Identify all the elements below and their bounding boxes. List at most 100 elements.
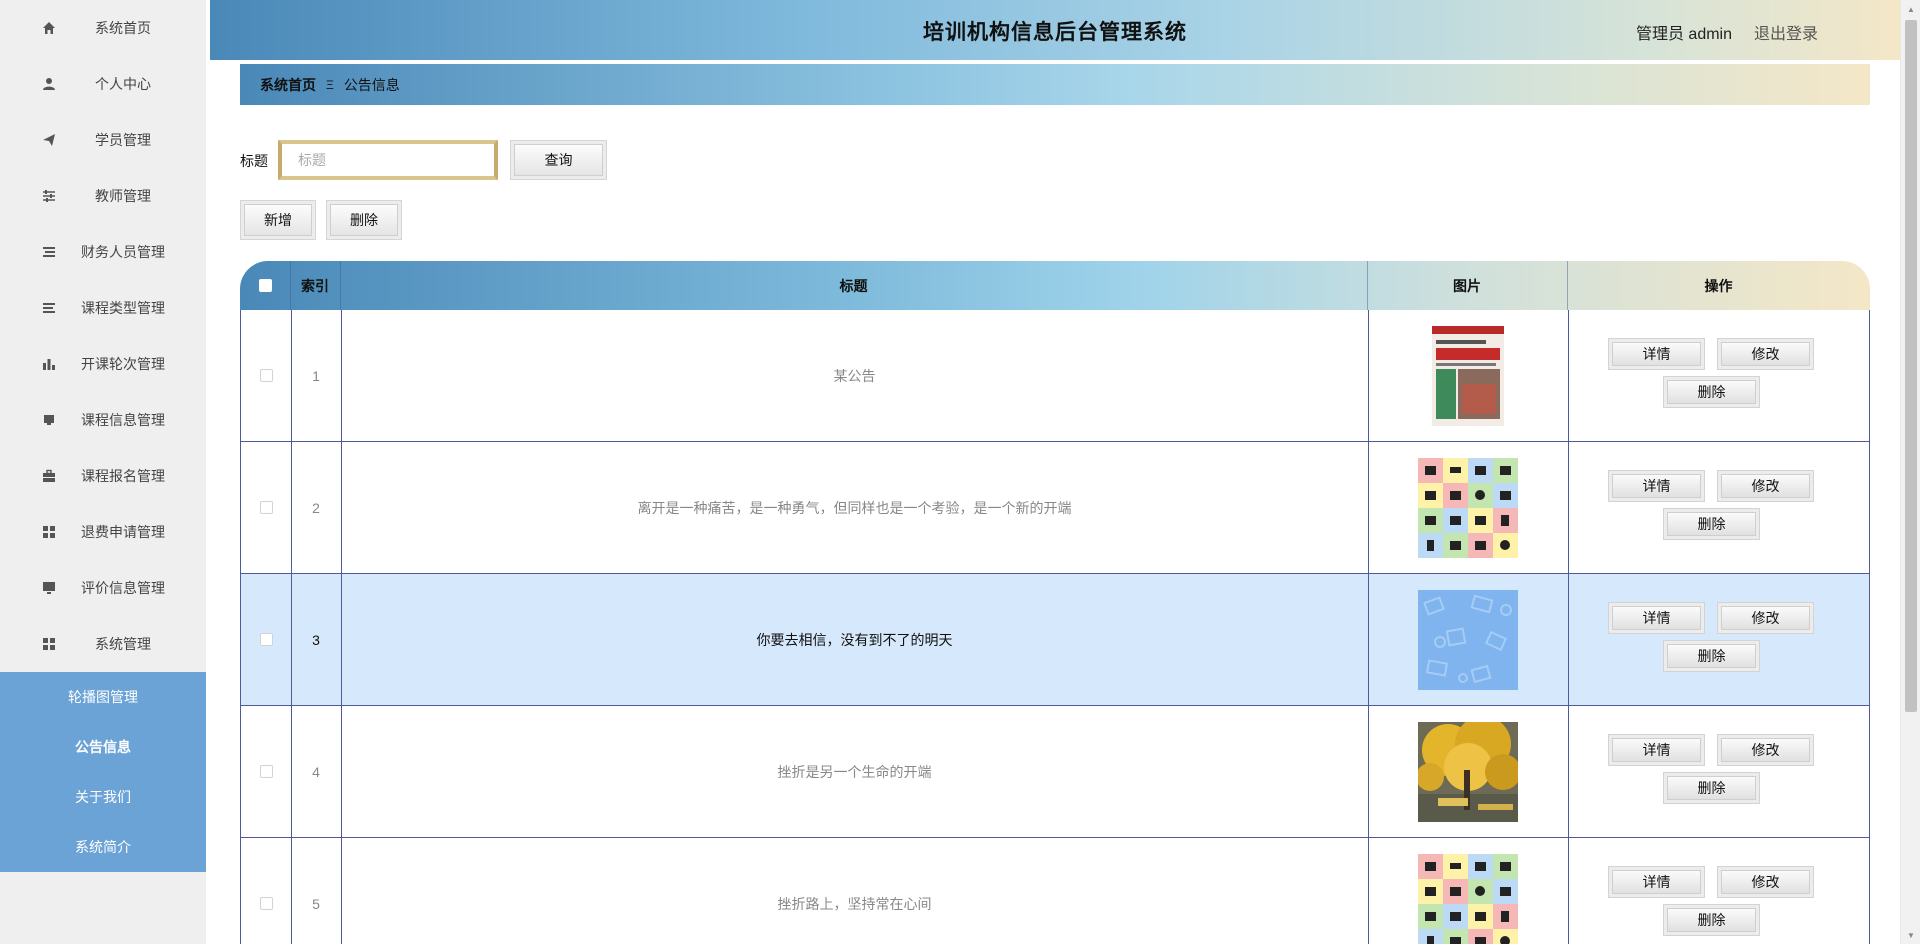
- select-all-checkbox[interactable]: [258, 279, 272, 292]
- row-title: 某公告: [833, 367, 876, 384]
- row-actions-cell: 详情 修改 删除: [1568, 574, 1871, 705]
- search-title-input[interactable]: [278, 140, 498, 180]
- header-index: 索引: [301, 277, 329, 294]
- table-header: 索引 标题 图片 操作: [240, 261, 1870, 310]
- scroll-up-arrow-icon[interactable]: ▲: [1905, 3, 1917, 15]
- header-title: 标题: [839, 277, 868, 294]
- delete-button[interactable]: 删除: [1663, 904, 1760, 936]
- blue-pattern-image: [1418, 589, 1518, 690]
- row-image-cell: [1368, 310, 1568, 441]
- batch-delete-button[interactable]: 删除: [326, 200, 402, 240]
- row-title: 你要去相信，没有到不了的明天: [756, 631, 953, 648]
- row-image-cell: [1368, 442, 1568, 573]
- sidebar-item-personal[interactable]: 个人中心: [0, 56, 206, 112]
- table-row: 3 你要去相信，没有到不了的明天 详情 修改 删除: [240, 574, 1870, 706]
- row-checkbox[interactable]: [259, 897, 273, 910]
- autumn-tree-image: [1418, 721, 1518, 822]
- sidebar-item-finance[interactable]: 财务人员管理: [0, 224, 206, 280]
- detail-button[interactable]: 详情: [1608, 470, 1705, 502]
- row-actions-cell: 详情 修改 删除: [1568, 442, 1871, 573]
- sidebar-item-system[interactable]: 系统管理: [0, 616, 206, 672]
- sidebar-item-label: 课程类型管理: [81, 300, 165, 316]
- detail-button[interactable]: 详情: [1608, 338, 1705, 370]
- scrollbar-thumb[interactable]: [1905, 20, 1917, 712]
- icon-grid-image: [1418, 853, 1518, 944]
- sidebar-item-rounds[interactable]: 开课轮次管理: [0, 336, 206, 392]
- row-checkbox[interactable]: [259, 633, 273, 646]
- detail-button[interactable]: 详情: [1608, 602, 1705, 634]
- row-index: 4: [312, 763, 320, 780]
- detail-button[interactable]: 详情: [1608, 734, 1705, 766]
- row-index: 2: [312, 499, 320, 516]
- table-row: 2 离开是一种痛苦，是一种勇气，但同样也是一个考验，是一个新的开端 详情 修改 …: [240, 442, 1870, 574]
- breadcrumb-current: 公告信息: [343, 76, 400, 93]
- logout-link[interactable]: 退出登录: [1754, 20, 1818, 44]
- search-title-label: 标题: [240, 153, 268, 169]
- row-checkbox[interactable]: [259, 765, 273, 778]
- sidebar-item-label: 系统首页: [95, 20, 151, 36]
- scroll-down-arrow-icon[interactable]: ▼: [1905, 929, 1917, 941]
- row-index: 3: [312, 631, 320, 648]
- edit-button[interactable]: 修改: [1717, 602, 1814, 634]
- header-image: 图片: [1453, 277, 1481, 294]
- sidebar-item-label: 财务人员管理: [81, 244, 165, 260]
- icon-grid-image: [1418, 457, 1518, 558]
- sidebar-item-label: 开课轮次管理: [81, 356, 165, 372]
- submenu-item-intro[interactable]: 系统简介: [0, 822, 206, 872]
- row-image-cell: [1368, 574, 1568, 705]
- delete-button[interactable]: 删除: [1663, 640, 1760, 672]
- sidebar-item-teachers[interactable]: 教师管理: [0, 168, 206, 224]
- submenu-item-about[interactable]: 关于我们: [0, 772, 206, 822]
- submenu-item-notices[interactable]: 公告信息: [0, 722, 206, 772]
- breadcrumb: 系统首页 Ξ 公告信息: [240, 64, 1870, 105]
- sidebar-item-label: 系统管理: [95, 636, 151, 652]
- row-select-cell: [241, 706, 291, 837]
- row-title: 离开是一种痛苦，是一种勇气，但同样也是一个考验，是一个新的开端: [637, 499, 1072, 516]
- page-scrollbar[interactable]: ▲ ▼: [1900, 0, 1920, 944]
- row-select-cell: [241, 310, 291, 441]
- row-image-cell: [1368, 706, 1568, 837]
- system-submenu: 轮播图管理 公告信息 关于我们 系统简介: [0, 672, 206, 872]
- row-actions-cell: 详情 修改 删除: [1568, 310, 1871, 441]
- query-button[interactable]: 查询: [510, 140, 607, 180]
- detail-button[interactable]: 详情: [1608, 866, 1705, 898]
- submenu-item-carousel[interactable]: 轮播图管理: [0, 672, 206, 722]
- sidebar-item-course-types[interactable]: 课程类型管理: [0, 280, 206, 336]
- row-title: 挫折是另一个生命的开端: [777, 763, 932, 780]
- sidebar-item-label: 学员管理: [95, 132, 151, 148]
- sidebar-item-refund[interactable]: 退费申请管理: [0, 504, 206, 560]
- select-all-cell: [240, 261, 290, 310]
- row-index: 5: [312, 895, 320, 912]
- table-row: 1 某公告 详情 修改 删除: [240, 310, 1870, 442]
- edit-button[interactable]: 修改: [1717, 470, 1814, 502]
- row-title: 挫折路上，坚持常在心间: [777, 895, 932, 912]
- sidebar-item-label: 教师管理: [95, 188, 151, 204]
- sidebar: 系统首页 个人中心 学员管理 教师管理 财务人员管理 课程类型管理 开课轮次管理…: [0, 0, 206, 944]
- sidebar-item-reviews[interactable]: 评价信息管理: [0, 560, 206, 616]
- sidebar-item-label: 个人中心: [95, 76, 151, 92]
- sidebar-item-enrollment[interactable]: 课程报名管理: [0, 448, 206, 504]
- row-index: 1: [312, 367, 320, 384]
- table-row: 4 挫折是另一个生命的开端 详情 修改 删除: [240, 706, 1870, 838]
- row-select-cell: [241, 442, 291, 573]
- row-select-cell: [241, 574, 291, 705]
- sidebar-item-courses[interactable]: 课程信息管理: [0, 392, 206, 448]
- add-button[interactable]: 新增: [240, 200, 316, 240]
- edit-button[interactable]: 修改: [1717, 734, 1814, 766]
- row-image-cell: [1368, 838, 1568, 944]
- delete-button[interactable]: 删除: [1663, 508, 1760, 540]
- delete-button[interactable]: 删除: [1663, 772, 1760, 804]
- delete-button[interactable]: 删除: [1663, 376, 1760, 408]
- sidebar-item-label: 评价信息管理: [81, 580, 165, 596]
- current-user: 管理员 admin: [1635, 26, 1732, 43]
- header-actions: 操作: [1704, 277, 1733, 294]
- row-select-cell: [241, 838, 291, 944]
- sidebar-item-home[interactable]: 系统首页: [0, 0, 206, 56]
- table-row: 5 挫折路上，坚持常在心间 详情 修改 删除: [240, 838, 1870, 944]
- breadcrumb-home[interactable]: 系统首页: [260, 75, 316, 95]
- sidebar-item-students[interactable]: 学员管理: [0, 112, 206, 168]
- edit-button[interactable]: 修改: [1717, 338, 1814, 370]
- row-checkbox[interactable]: [259, 501, 273, 514]
- edit-button[interactable]: 修改: [1717, 866, 1814, 898]
- row-checkbox[interactable]: [259, 369, 273, 382]
